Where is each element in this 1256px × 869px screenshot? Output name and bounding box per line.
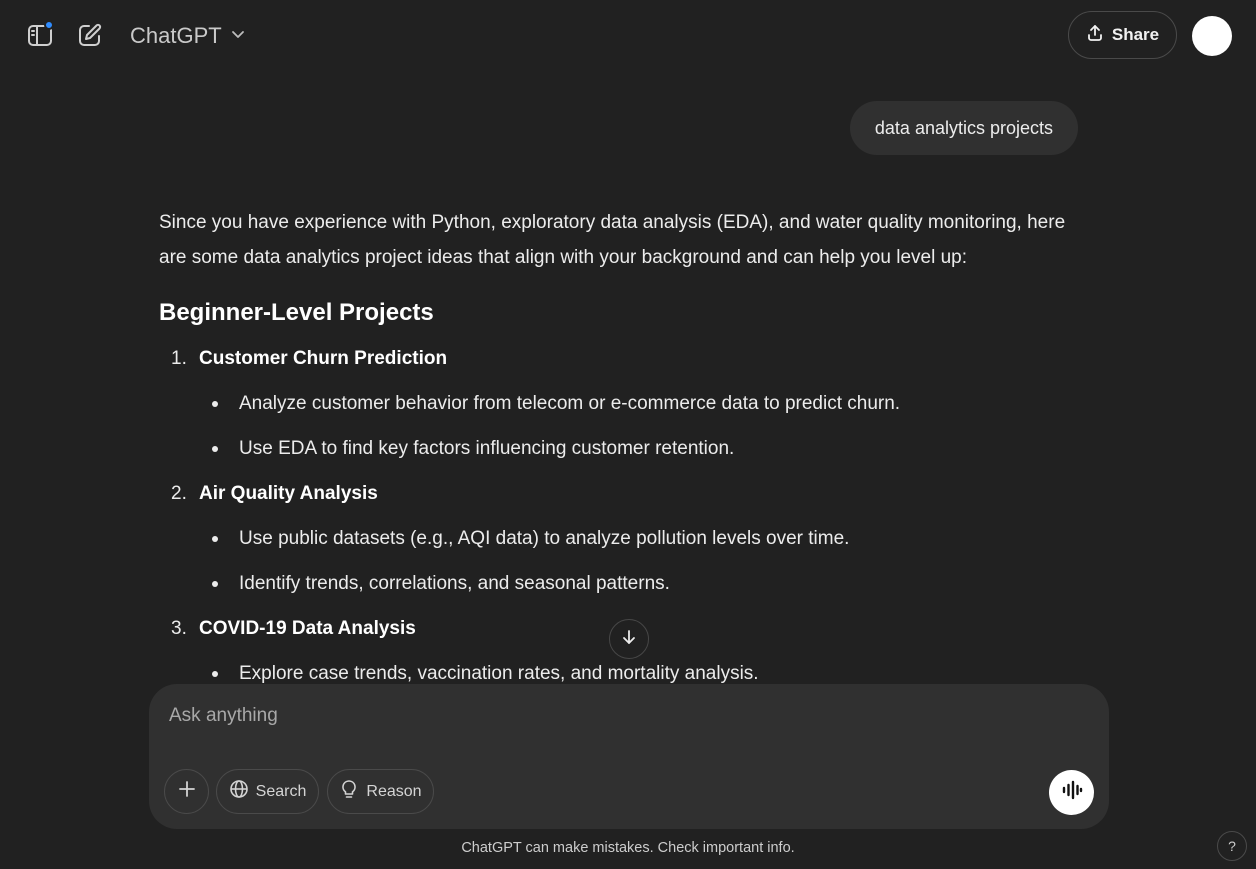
project-item: 2. Air Quality Analysis: [159, 478, 1079, 509]
model-name: ChatGPT: [130, 23, 222, 48]
bullet-item: Explore case trends, vaccination rates, …: [159, 658, 1079, 685]
prompt-input[interactable]: [169, 702, 1029, 730]
voice-mode-button[interactable]: [1049, 770, 1094, 815]
arrow-down-icon: [620, 628, 638, 651]
user-message-text: data analytics projects: [874, 117, 1053, 138]
disclaimer-text: ChatGPT can make mistakes. Check importa…: [461, 840, 795, 856]
model-selector[interactable]: ChatGPT: [130, 20, 246, 52]
assistant-response: Since you have experience with Python, e…: [159, 205, 1079, 685]
user-message-bubble: data analytics projects: [849, 101, 1078, 155]
voice-waveform-icon: [1060, 778, 1084, 807]
share-button[interactable]: Share: [1068, 11, 1177, 59]
search-label: Search: [255, 782, 307, 800]
scroll-to-bottom-button[interactable]: [609, 619, 649, 659]
help-button[interactable]: ?: [1217, 831, 1247, 861]
message-composer: Search Reason: [149, 684, 1109, 829]
reason-label: Reason: [366, 782, 422, 800]
globe-icon: [229, 779, 249, 804]
project-title: COVID-19 Data Analysis: [199, 618, 416, 639]
project-title: Air Quality Analysis: [199, 483, 378, 504]
bullet-item: Identify trends, correlations, and seaso…: [159, 568, 1079, 599]
notification-dot: [44, 20, 54, 30]
search-button[interactable]: Search: [216, 769, 319, 814]
bullet-item: Analyze customer behavior from telecom o…: [159, 388, 1079, 419]
new-chat-icon[interactable]: [74, 19, 106, 51]
project-item: 1. Customer Churn Prediction: [159, 343, 1079, 374]
project-number: 1.: [171, 348, 187, 369]
share-label: Share: [1111, 25, 1160, 44]
chevron-down-icon: [230, 26, 246, 47]
reason-button[interactable]: Reason: [327, 769, 434, 814]
share-icon: [1086, 24, 1104, 47]
attach-button[interactable]: [164, 769, 209, 814]
plus-icon: [177, 779, 197, 804]
top-bar: ChatGPT Share: [0, 0, 1256, 72]
bullet-item: Use public datasets (e.g., AQI data) to …: [159, 523, 1079, 554]
bullet-list: Analyze customer behavior from telecom o…: [159, 388, 1079, 464]
avatar[interactable]: [1192, 16, 1232, 56]
section-heading: Beginner-Level Projects: [159, 299, 434, 326]
project-title: Customer Churn Prediction: [199, 348, 448, 369]
lightbulb-icon: [339, 779, 359, 804]
bullet-list: Explore case trends, vaccination rates, …: [159, 658, 1079, 685]
bullet-item: Use EDA to find key factors influencing …: [159, 433, 1079, 464]
project-number: 3.: [171, 618, 187, 639]
bullet-list: Use public datasets (e.g., AQI data) to …: [159, 523, 1079, 599]
response-intro: Since you have experience with Python, e…: [159, 212, 1066, 268]
project-number: 2.: [171, 483, 187, 504]
